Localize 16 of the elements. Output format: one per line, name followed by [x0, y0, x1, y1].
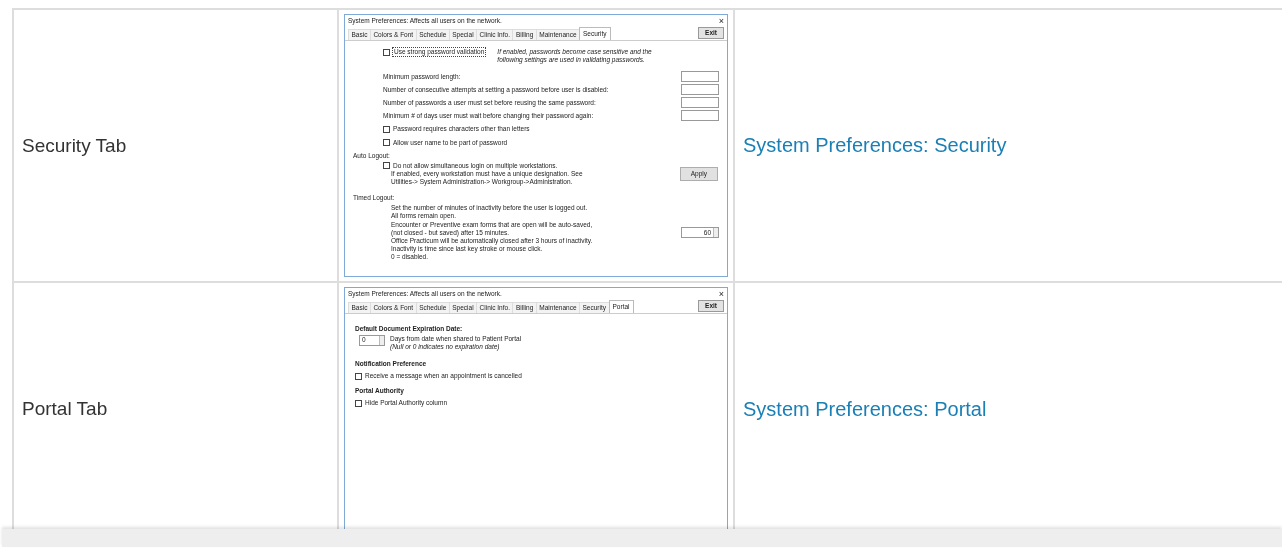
checkbox[interactable] — [355, 372, 362, 380]
table-cell: Portal Tab — [22, 398, 108, 419]
input-field[interactable] — [681, 84, 719, 96]
checkbox[interactable] — [383, 162, 390, 170]
table-cell: Security Tab — [22, 134, 127, 156]
close-icon[interactable]: × — [718, 17, 724, 26]
checkbox[interactable] — [383, 125, 390, 133]
input-field[interactable] — [681, 97, 719, 109]
checkbox[interactable] — [383, 48, 390, 56]
checkbox[interactable] — [355, 399, 362, 407]
link[interactable]: System Preferences: Portal — [743, 397, 987, 420]
link[interactable]: System Preferences: Security — [743, 134, 1007, 156]
checkbox[interactable] — [383, 139, 390, 147]
input-field[interactable] — [681, 110, 719, 122]
input-field[interactable] — [681, 71, 719, 83]
close-icon[interactable]: × — [718, 289, 724, 299]
